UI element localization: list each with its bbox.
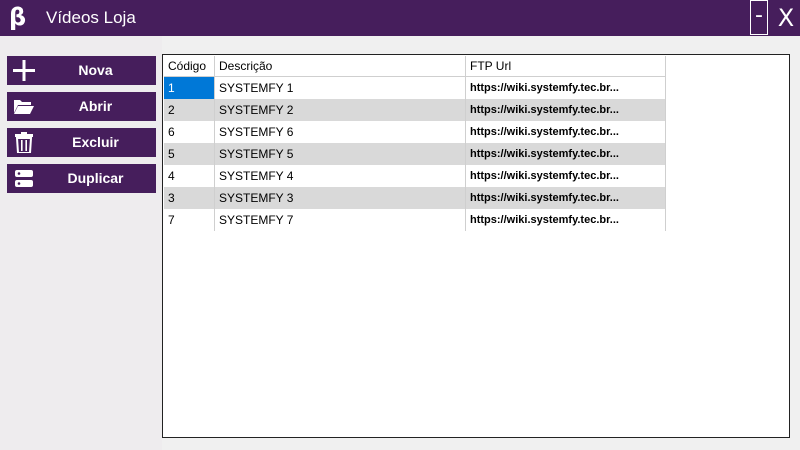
server-icon [15, 170, 33, 187]
table-row[interactable]: 3 SYSTEMFY 3 https://wiki.systemfy.tec.b… [164, 187, 666, 209]
table-row[interactable]: 4 SYSTEMFY 4 https://wiki.systemfy.tec.b… [164, 165, 666, 187]
cell-ftp-url[interactable]: https://wiki.systemfy.tec.br... [465, 187, 666, 209]
cell-code[interactable]: 7 [164, 209, 215, 231]
cell-description[interactable]: SYSTEMFY 2 [214, 99, 466, 121]
cell-description[interactable]: SYSTEMFY 3 [214, 187, 466, 209]
delete-button-label: Excluir [72, 134, 119, 150]
column-header-code[interactable]: Código [164, 56, 215, 77]
cell-ftp-url[interactable]: https://wiki.systemfy.tec.br... [465, 121, 666, 143]
table-header-row: Código Descrição FTP Url [164, 56, 666, 77]
cell-description[interactable]: SYSTEMFY 4 [214, 165, 466, 187]
table-row[interactable]: 6 SYSTEMFY 6 https://wiki.systemfy.tec.b… [164, 121, 666, 143]
duplicate-button-label: Duplicar [67, 170, 124, 186]
window-title: Vídeos Loja [46, 8, 136, 27]
column-header-description[interactable]: Descrição [214, 56, 466, 77]
app-logo-icon: β [9, 3, 27, 31]
new-button[interactable]: Nova [7, 56, 156, 85]
cell-description[interactable]: SYSTEMFY 7 [214, 209, 466, 231]
table-row[interactable]: 2 SYSTEMFY 2 https://wiki.systemfy.tec.b… [164, 99, 666, 121]
cell-code[interactable]: 6 [164, 121, 215, 143]
minimize-button[interactable]: - [750, 0, 768, 35]
plus-icon [13, 60, 35, 81]
delete-button[interactable]: Excluir [7, 128, 156, 157]
new-button-label: Nova [78, 62, 113, 78]
cell-code[interactable]: 4 [164, 165, 215, 187]
cell-code[interactable]: 5 [164, 143, 215, 165]
cell-code[interactable]: 3 [164, 187, 215, 209]
cell-ftp-url[interactable]: https://wiki.systemfy.tec.br... [465, 209, 666, 231]
videos-grid[interactable]: Código Descrição FTP Url 1 SYSTEMFY 1 ht… [162, 54, 790, 438]
cell-code[interactable]: 2 [164, 99, 215, 121]
table-row[interactable]: 5 SYSTEMFY 5 https://wiki.systemfy.tec.b… [164, 143, 666, 165]
cell-description[interactable]: SYSTEMFY 1 [214, 76, 466, 99]
trash-icon [15, 132, 33, 153]
videos-table: Código Descrição FTP Url 1 SYSTEMFY 1 ht… [164, 56, 666, 231]
folder-open-icon [14, 100, 34, 114]
table-row[interactable]: 7 SYSTEMFY 7 https://wiki.systemfy.tec.b… [164, 209, 666, 231]
cell-description[interactable]: SYSTEMFY 6 [214, 121, 466, 143]
cell-description[interactable]: SYSTEMFY 5 [214, 143, 466, 165]
cell-ftp-url[interactable]: https://wiki.systemfy.tec.br... [465, 76, 666, 99]
close-button[interactable]: X [772, 0, 800, 34]
cell-code[interactable]: 1 [164, 76, 215, 99]
title-bar: β Vídeos Loja - X [0, 0, 800, 36]
cell-ftp-url[interactable]: https://wiki.systemfy.tec.br... [465, 99, 666, 121]
sidebar: Nova Abrir Excluir Duplicar [0, 36, 162, 450]
cell-ftp-url[interactable]: https://wiki.systemfy.tec.br... [465, 165, 666, 187]
table-row[interactable]: 1 SYSTEMFY 1 https://wiki.systemfy.tec.b… [164, 76, 666, 99]
column-header-ftp-url[interactable]: FTP Url [465, 56, 666, 77]
cell-ftp-url[interactable]: https://wiki.systemfy.tec.br... [465, 143, 666, 165]
open-button[interactable]: Abrir [7, 92, 156, 121]
duplicate-button[interactable]: Duplicar [7, 164, 156, 193]
open-button-label: Abrir [78, 98, 113, 114]
